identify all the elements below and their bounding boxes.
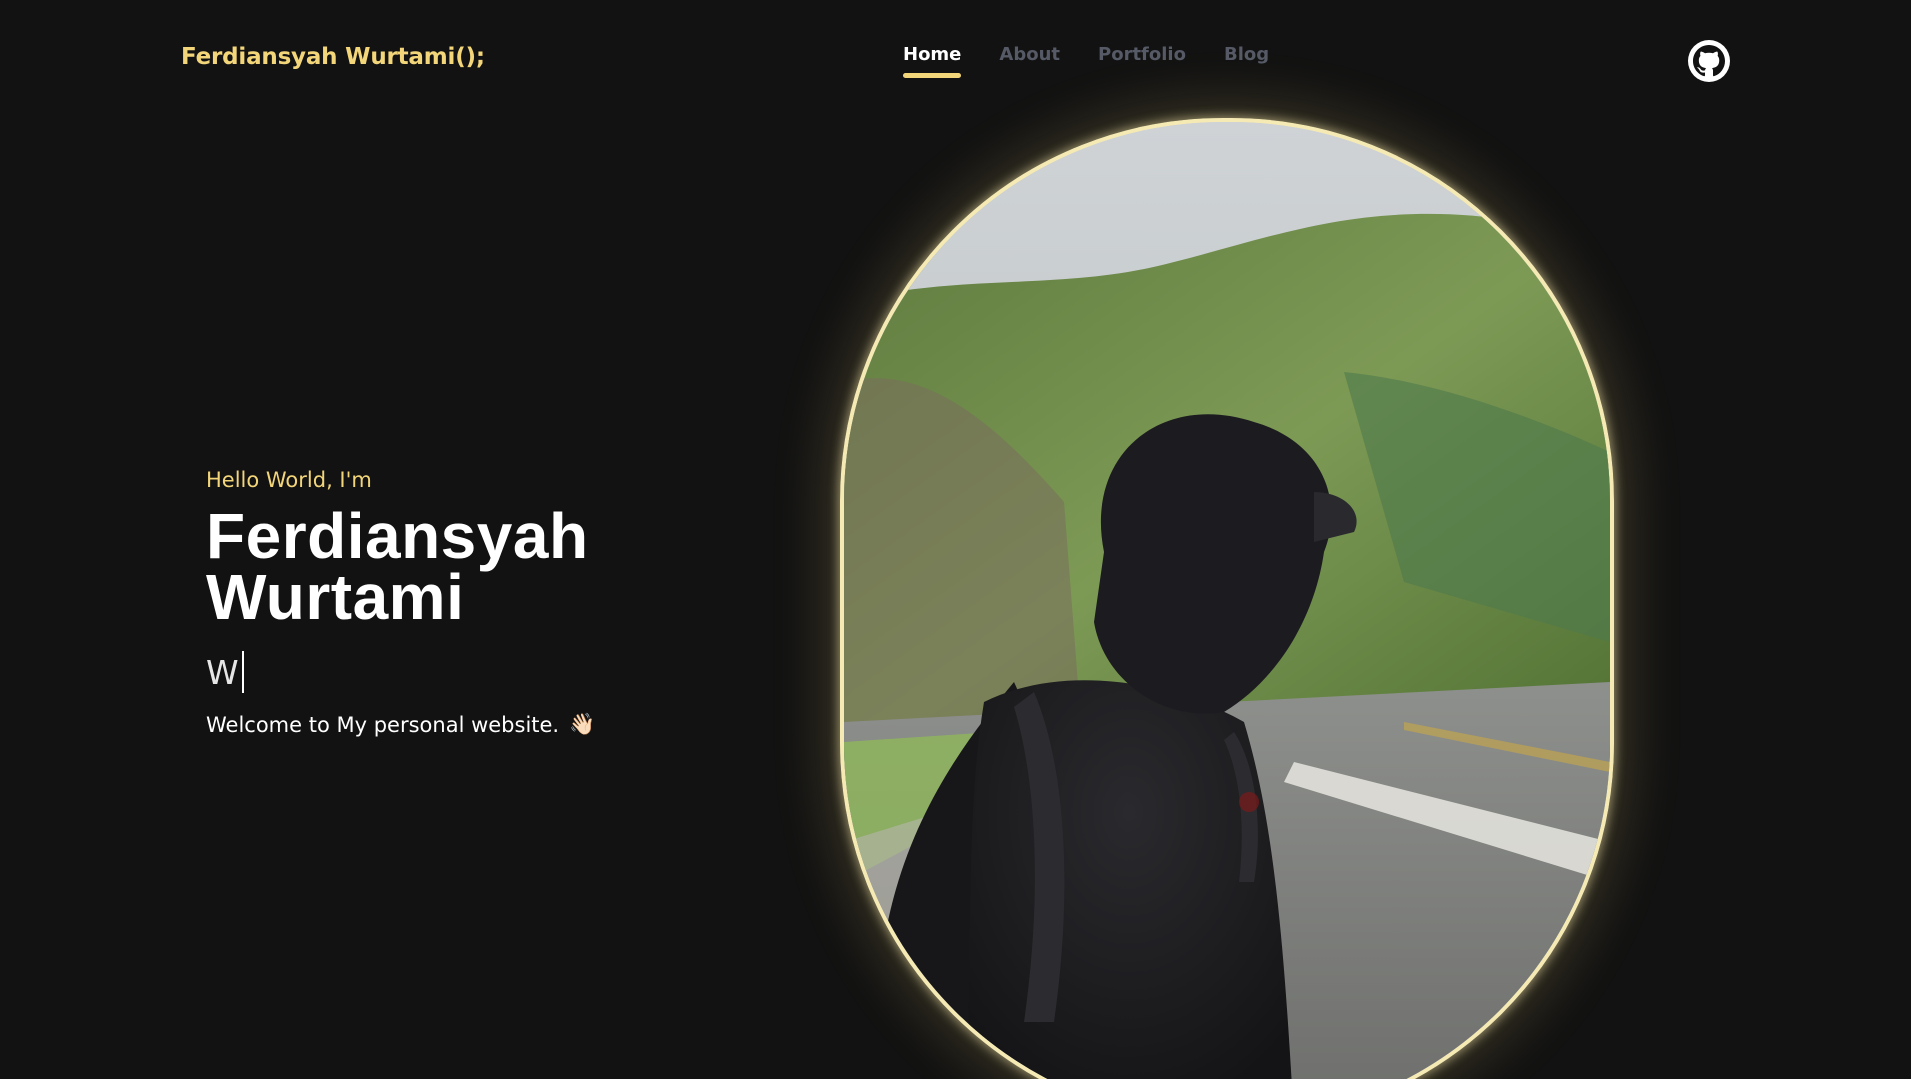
profile-photo-illustration [844, 122, 1610, 1079]
nav-blog[interactable]: Blog [1224, 44, 1269, 65]
profile-photo [840, 118, 1614, 1079]
welcome-text: Welcome to My personal website. [206, 712, 560, 737]
page: Ferdiansyah Wurtami(); Home About Portfo… [0, 0, 1911, 1079]
typewriter-value: W [206, 652, 239, 692]
site-header: Ferdiansyah Wurtami(); Home About Portfo… [0, 0, 1911, 120]
nav-home-label: Home [903, 44, 962, 65]
active-nav-indicator [903, 73, 962, 78]
nav-portfolio-label: Portfolio [1098, 44, 1186, 65]
hero-greeting: Hello World, I'm [206, 468, 372, 492]
github-icon-glyph [1693, 45, 1725, 77]
hero-name-last: Wurtami [206, 561, 465, 633]
welcome-message: Welcome to My personal website. 👋🏻 [206, 712, 766, 737]
nav-portfolio[interactable]: Portfolio [1098, 44, 1186, 65]
hero-section: Hello World, I'm Ferdiansyah Wurtami W W… [206, 468, 766, 737]
nav-about[interactable]: About [999, 44, 1060, 65]
hero-name: Ferdiansyah Wurtami [206, 504, 766, 629]
typewriter-cursor [241, 651, 244, 693]
brand-logo[interactable]: Ferdiansyah Wurtami(); [181, 44, 485, 70]
nav-about-label: About [999, 44, 1061, 65]
github-icon[interactable] [1688, 40, 1730, 82]
typewriter-text: W [206, 650, 766, 694]
main-nav: Home About Portfolio Blog [903, 44, 1269, 78]
nav-home[interactable]: Home [903, 44, 962, 78]
waving-hand-icon: 👋🏻 [569, 712, 596, 736]
nav-blog-label: Blog [1223, 44, 1270, 65]
